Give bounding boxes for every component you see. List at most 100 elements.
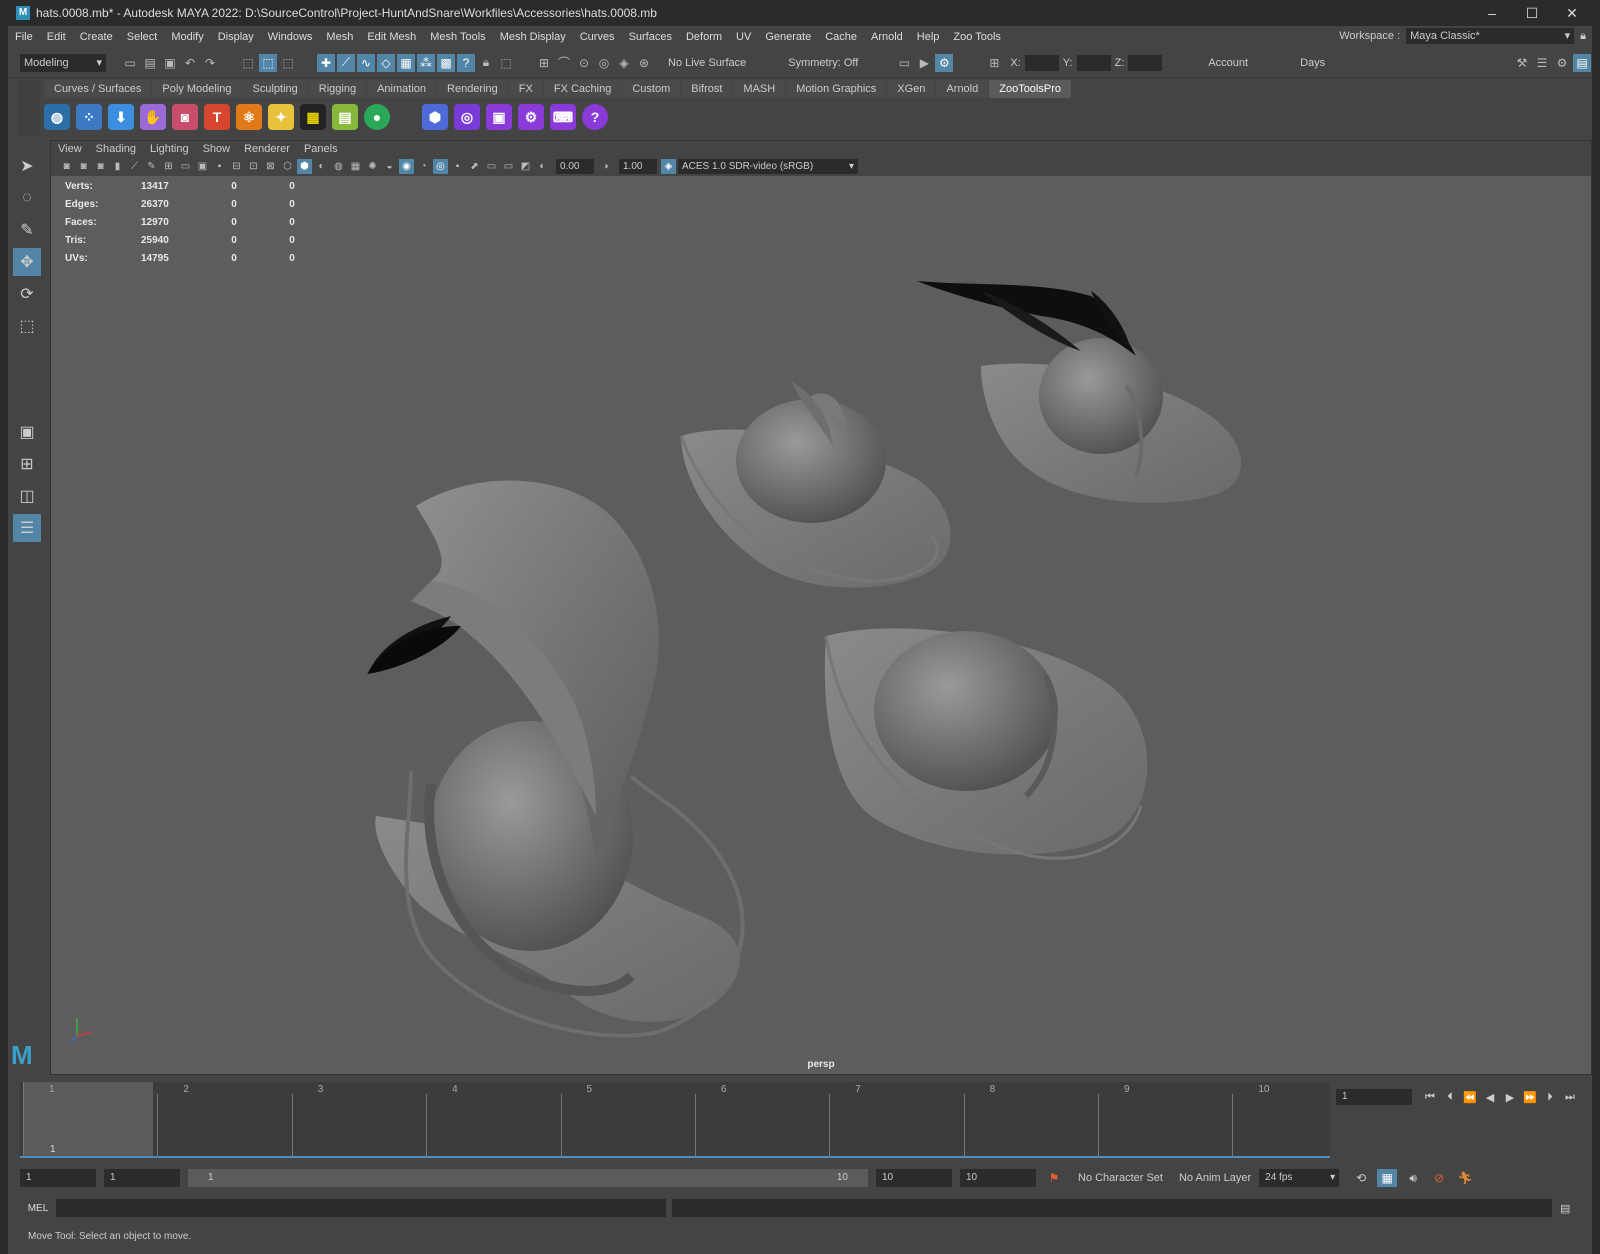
- go-to-start-icon[interactable]: ⏮: [1420, 1089, 1440, 1105]
- workspace-dropdown[interactable]: Maya Classic*: [1406, 28, 1575, 44]
- shelf-tab-mash[interactable]: MASH: [733, 80, 786, 98]
- four-view-icon[interactable]: ⊞: [13, 450, 41, 478]
- hat-medium-center[interactable]: [679, 381, 951, 588]
- hat-large-feather[interactable]: [366, 480, 745, 1038]
- gamma-icon[interactable]: ◑: [598, 159, 613, 174]
- y-field[interactable]: [1076, 54, 1111, 71]
- xray-active-icon[interactable]: ▭: [501, 159, 516, 174]
- snap-grid-icon[interactable]: ⊞: [535, 54, 553, 72]
- menu-uv[interactable]: UV: [729, 31, 758, 43]
- field-chart-icon[interactable]: ⊟: [229, 159, 244, 174]
- close-button[interactable]: ✕: [1552, 0, 1592, 26]
- menu-mesh-display[interactable]: Mesh Display: [493, 31, 573, 43]
- gamma-field[interactable]: 1.00: [619, 159, 657, 174]
- transform-field-icon[interactable]: ⊞: [985, 54, 1003, 72]
- end-time-field[interactable]: 10: [960, 1169, 1036, 1187]
- antialiasing-icon[interactable]: ◎: [433, 159, 448, 174]
- shelf-tab-animation[interactable]: Animation: [367, 80, 437, 98]
- sound-icon[interactable]: 🔊︎: [1403, 1169, 1423, 1187]
- bookmark-icon[interactable]: ◙: [93, 159, 108, 174]
- z-field[interactable]: [1128, 54, 1163, 71]
- camera-icon[interactable]: ◙: [172, 104, 198, 130]
- hexagons-icon[interactable]: ⬢: [422, 104, 448, 130]
- help-question-icon[interactable]: ?: [582, 104, 608, 130]
- shelf-tab-motion-graphics[interactable]: Motion Graphics: [786, 80, 887, 98]
- safe-title-icon[interactable]: ⊠: [263, 159, 278, 174]
- camera-attrs-icon[interactable]: ◙: [76, 159, 91, 174]
- lock-selection-icon[interactable]: 🔒︎: [477, 54, 495, 72]
- shelf-tab-poly-modeling[interactable]: Poly Modeling: [152, 80, 242, 98]
- open-scene-icon[interactable]: ▤: [141, 54, 159, 72]
- menu-display[interactable]: Display: [211, 31, 261, 43]
- safe-action-icon[interactable]: ⊡: [246, 159, 261, 174]
- shelf-tab-arnold[interactable]: Arnold: [936, 80, 989, 98]
- range-bar[interactable]: 1 10: [188, 1169, 868, 1187]
- attribute-editor-icon[interactable]: ☰: [1533, 54, 1551, 72]
- shelf-tab-fx-caching[interactable]: FX Caching: [543, 80, 622, 98]
- green-sphere-icon[interactable]: ●: [364, 104, 390, 130]
- lock-icon[interactable]: 🔒︎: [1580, 30, 1586, 43]
- lasso-tool-icon[interactable]: ◌: [13, 184, 41, 212]
- wireframe-on-shaded-icon[interactable]: ◍: [331, 159, 346, 174]
- xray-joints-icon[interactable]: ◩: [518, 159, 533, 174]
- select-tool-icon[interactable]: ➤: [13, 152, 41, 180]
- step-forward-key-icon[interactable]: ⏩: [1520, 1089, 1540, 1105]
- use-all-lights-icon[interactable]: ✺: [365, 159, 380, 174]
- snap-view-icon[interactable]: ◎: [595, 54, 613, 72]
- save-scene-icon[interactable]: ▣: [161, 54, 179, 72]
- globe-icon[interactable]: ◍: [44, 104, 70, 130]
- shelf-tab-rigging[interactable]: Rigging: [308, 80, 367, 98]
- menu-zoo-tools[interactable]: Zoo Tools: [946, 31, 1008, 43]
- channel-box-icon[interactable]: ▤: [1573, 53, 1591, 72]
- snap-point-icon[interactable]: ⊙: [575, 54, 593, 72]
- menu-mesh-tools[interactable]: Mesh Tools: [423, 31, 492, 43]
- tool-settings-icon[interactable]: ⚙: [1553, 54, 1571, 72]
- time-slider[interactable]: 1 1 2 3 4 5 6 7 8 9 10: [20, 1082, 1330, 1158]
- shadows-icon[interactable]: ◒: [382, 159, 397, 174]
- color-management-icon[interactable]: ◈: [661, 159, 676, 174]
- grease-pencil-icon[interactable]: ✎: [144, 159, 159, 174]
- menu-edit-mesh[interactable]: Edit Mesh: [360, 31, 423, 43]
- motion-blur-icon[interactable]: ◔: [416, 159, 431, 174]
- redo-icon[interactable]: ↷: [201, 54, 219, 72]
- fps-dropdown[interactable]: 24 fps: [1259, 1169, 1340, 1187]
- maximize-button[interactable]: ☐: [1512, 0, 1552, 26]
- play-backwards-icon[interactable]: ◀: [1480, 1089, 1500, 1105]
- mask-rendering-icon[interactable]: ▩: [437, 53, 455, 72]
- mask-joints-icon[interactable]: ⟋: [337, 53, 355, 72]
- viewport-scene[interactable]: [51, 176, 1591, 1074]
- go-to-end-icon[interactable]: ⏭: [1560, 1089, 1580, 1105]
- clapper-icon[interactable]: ▤: [332, 104, 358, 130]
- anim-start-field[interactable]: 1: [104, 1169, 180, 1187]
- step-back-key-icon[interactable]: ⏪: [1460, 1089, 1480, 1105]
- shelf-tab-fx[interactable]: FX: [508, 80, 543, 98]
- command-input[interactable]: [56, 1199, 666, 1217]
- gate-mask-icon[interactable]: ▪: [212, 159, 227, 174]
- mask-deformers-icon[interactable]: ▦: [397, 53, 415, 72]
- shelf-tab-curves-surfaces[interactable]: Curves / Surfaces: [44, 80, 152, 98]
- depth-of-field-icon[interactable]: ▪: [450, 159, 465, 174]
- new-scene-icon[interactable]: ▭: [121, 54, 139, 72]
- menu-curves[interactable]: Curves: [573, 31, 622, 43]
- menu-windows[interactable]: Windows: [261, 31, 320, 43]
- live-surface-field[interactable]: No Live Surface: [662, 57, 752, 69]
- snap-live-icon[interactable]: ⊛: [635, 54, 653, 72]
- current-frame-marker[interactable]: [23, 1082, 153, 1158]
- step-forward-frame-icon[interactable]: ⏵: [1540, 1089, 1560, 1105]
- shelf-tab-bifrost[interactable]: Bifrost: [681, 80, 733, 98]
- mask-curves-icon[interactable]: ∿: [357, 53, 375, 72]
- hat-large-right[interactable]: [824, 628, 1148, 860]
- xray-icon[interactable]: ▭: [484, 159, 499, 174]
- menu-mesh[interactable]: Mesh: [319, 31, 360, 43]
- anim-prefs-icon[interactable]: 🏃︎: [1455, 1169, 1475, 1187]
- camera-select-icon[interactable]: ◙: [59, 159, 74, 174]
- atom-icon[interactable]: ⚛: [236, 104, 262, 130]
- play-forwards-icon[interactable]: ▶: [1500, 1089, 1520, 1105]
- select-hierarchy-icon[interactable]: ⬚: [239, 54, 257, 72]
- window-code-icon[interactable]: ▣: [486, 104, 512, 130]
- single-view-icon[interactable]: ▣: [13, 418, 41, 446]
- shelf-tab-rendering[interactable]: Rendering: [437, 80, 508, 98]
- menu-create[interactable]: Create: [73, 31, 120, 43]
- mask-misc-icon[interactable]: ?: [457, 53, 475, 72]
- scale-tool-icon[interactable]: ⬚: [13, 312, 41, 340]
